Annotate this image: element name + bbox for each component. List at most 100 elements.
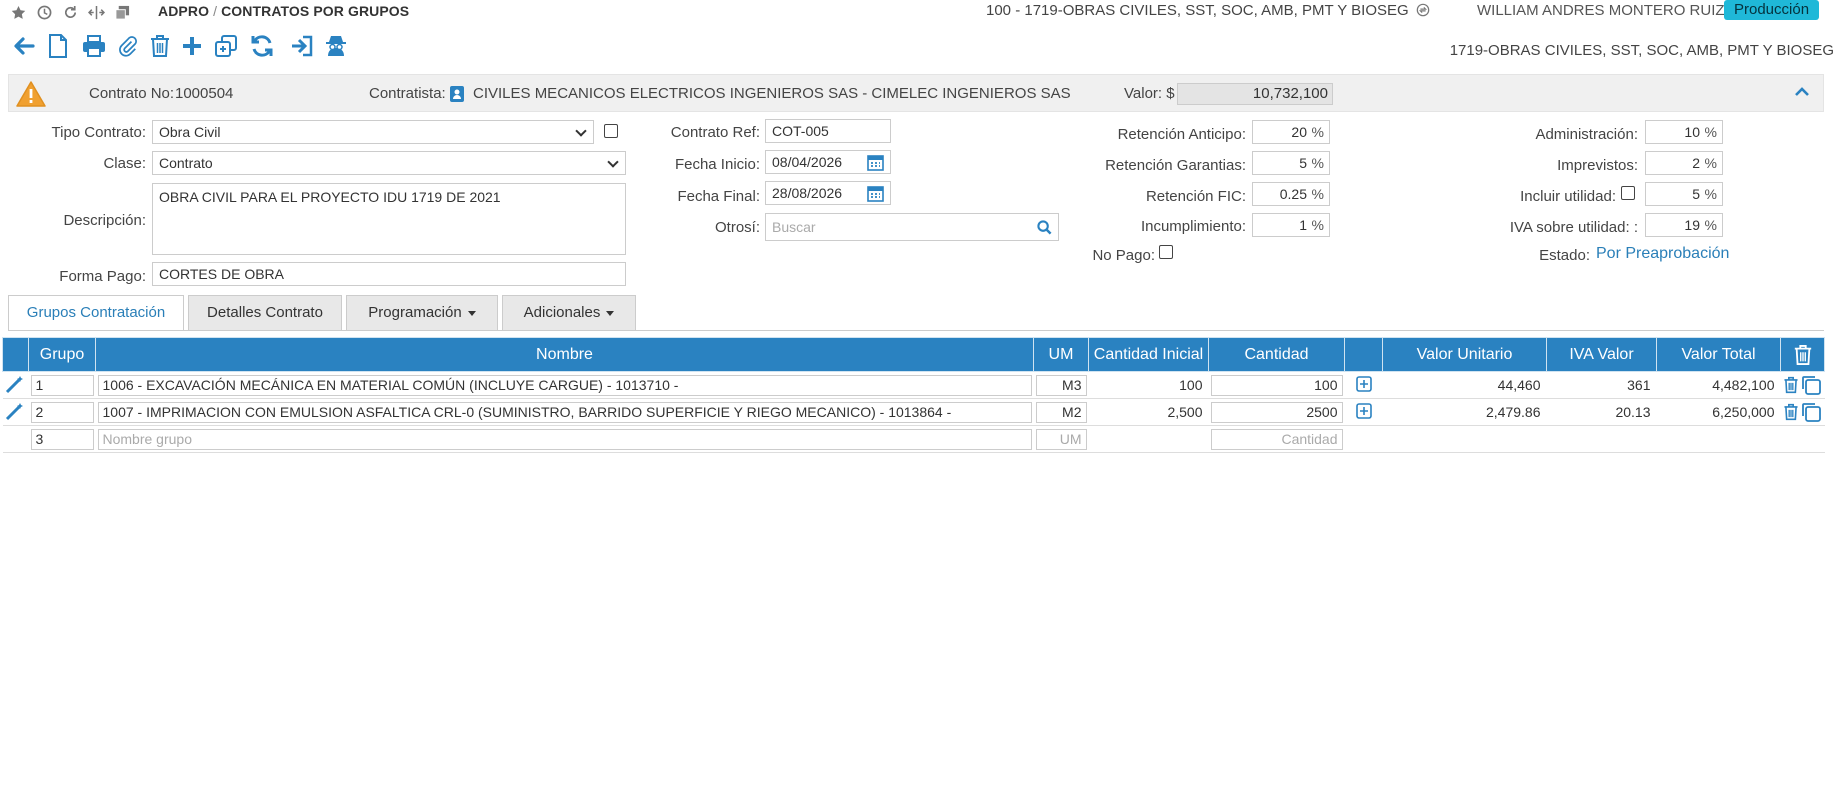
tab-programacion[interactable]: Programación — [346, 295, 498, 331]
contract-number-label: Contrato No: — [89, 85, 175, 102]
administracion-input[interactable]: 10% — [1645, 120, 1723, 144]
windows-icon[interactable] — [112, 2, 132, 22]
contact-card-icon[interactable] — [449, 85, 465, 103]
cantidad-input[interactable]: 2500 — [1210, 401, 1343, 423]
tipo-contrato-select[interactable]: Obra Civil — [152, 120, 594, 144]
incumplimiento-label: Incumplimiento: — [1140, 218, 1246, 235]
add-button[interactable] — [178, 32, 206, 60]
incognito-button[interactable] — [322, 32, 350, 60]
attach-button[interactable] — [114, 32, 142, 60]
new-cantidad-input[interactable]: Cantidad — [1210, 428, 1343, 450]
otrosi-search-input[interactable]: Buscar — [765, 213, 1059, 241]
incluir-utilidad-label: Incluir utilidad: — [1520, 188, 1616, 205]
header-edit — [2, 337, 29, 372]
plus-square-icon[interactable] — [1355, 402, 1372, 419]
iva-utilidad-input[interactable]: 19% — [1645, 213, 1723, 237]
contrato-ref-label: Contrato Ref: — [670, 124, 760, 141]
grupo-cell[interactable]: 1 — [30, 374, 94, 396]
row-edit-cell — [2, 398, 29, 426]
user-name[interactable]: WILLIAM ANDRES MONTERO RUIZ — [1477, 2, 1725, 19]
plus-square-icon[interactable] — [1355, 375, 1372, 392]
clase-select[interactable]: Contrato — [152, 151, 626, 175]
back-button[interactable] — [10, 32, 38, 60]
new-document-button[interactable] — [44, 32, 72, 60]
descripcion-textarea[interactable]: OBRA CIVIL PARA EL PROYECTO IDU 1719 DE … — [152, 183, 626, 255]
document-icon — [49, 34, 67, 58]
tipo-contrato-label: Tipo Contrato: — [51, 124, 147, 141]
um-cell[interactable]: M2 — [1035, 401, 1087, 423]
delete-button[interactable] — [146, 32, 174, 60]
incluir-utilidad-checkbox[interactable] — [1621, 186, 1635, 200]
row-edit-cell — [2, 371, 29, 399]
percent-sign: % — [1311, 186, 1324, 202]
no-pago-checkbox[interactable] — [1159, 245, 1173, 259]
calendar-icon[interactable] — [867, 154, 884, 171]
um-cell[interactable]: M3 — [1035, 374, 1087, 396]
ret-garantias-label: Retención Garantias: — [1105, 157, 1246, 174]
header-delete-all[interactable] — [1780, 337, 1825, 372]
printer-icon — [83, 35, 105, 57]
ret-fic-input[interactable]: 0.25% — [1252, 182, 1330, 206]
header-valor-unitario: Valor Unitario — [1382, 337, 1547, 372]
ret-garantias-input[interactable]: 5% — [1252, 151, 1330, 175]
fecha-inicio-input[interactable]: 08/04/2026 — [765, 150, 891, 174]
magic-wand-icon[interactable] — [5, 374, 25, 394]
clone-icon[interactable] — [1801, 375, 1821, 395]
trash-icon[interactable] — [1783, 376, 1799, 394]
chevron-up-icon[interactable] — [1793, 83, 1811, 101]
clone-icon[interactable] — [1801, 402, 1821, 422]
split-icon[interactable] — [86, 2, 106, 22]
cantidad-input[interactable]: 100 — [1210, 374, 1343, 396]
breadcrumb: ADPRO / CONTRATOS POR GRUPOS — [158, 3, 409, 19]
percent-sign: % — [1704, 124, 1717, 140]
tab-programacion-label: Programación — [368, 304, 462, 321]
contrato-ref-input[interactable]: COT-005 — [765, 119, 891, 143]
estado-value[interactable]: Por Preaprobación — [1596, 245, 1729, 263]
contract-summary: Contrato No: 1000504 Contratista: CIVILE… — [8, 74, 1824, 112]
forma-pago-label: Forma Pago: — [59, 268, 146, 285]
otrosi-label: Otrosí: — [714, 219, 760, 236]
breadcrumb-root[interactable]: ADPRO — [158, 3, 209, 19]
new-nombre-input[interactable]: Nombre grupo — [97, 428, 1032, 450]
tipo-contrato-checkbox[interactable] — [604, 124, 618, 138]
reload-button[interactable] — [248, 32, 276, 60]
star-icon[interactable] — [8, 2, 28, 22]
header-iva-valor: IVA Valor — [1546, 337, 1657, 372]
new-um-input[interactable]: UM — [1035, 428, 1087, 450]
fecha-final-input[interactable]: 28/08/2026 — [765, 181, 891, 205]
header-cantidad: Cantidad — [1208, 337, 1345, 372]
tab-adicionales[interactable]: Adicionales — [502, 295, 636, 331]
ret-anticipo-input[interactable]: 20% — [1252, 120, 1330, 144]
nombre-cell[interactable]: 1007 - IMPRIMACION CON EMULSION ASFALTIC… — [97, 401, 1032, 423]
import-button[interactable] — [288, 32, 316, 60]
contractor-label: Contratista: — [369, 85, 446, 102]
copy-button[interactable] — [212, 32, 240, 60]
project-selector[interactable]: 100 - 1719-OBRAS CIVILES, SST, SOC, AMB,… — [986, 2, 1430, 19]
valor-unitario-cell: 2,479.86 — [1382, 398, 1547, 426]
tab-grupos-contratacion[interactable]: Grupos Contratación — [8, 295, 184, 331]
new-grupo-input[interactable]: 3 — [30, 428, 94, 450]
history-icon[interactable] — [34, 2, 54, 22]
incumplimiento-input[interactable]: 1% — [1252, 213, 1330, 237]
spy-icon — [326, 36, 346, 56]
print-button[interactable] — [80, 32, 108, 60]
imprevistos-value: 2 — [1692, 155, 1700, 171]
magic-wand-icon[interactable] — [5, 401, 25, 421]
search-icon[interactable] — [1037, 220, 1052, 235]
switch-project-icon[interactable] — [1416, 3, 1430, 17]
imprevistos-input[interactable]: 2% — [1645, 151, 1723, 175]
utilidad-input[interactable]: 5% — [1645, 182, 1723, 206]
trash-icon[interactable] — [1793, 344, 1813, 366]
breadcrumb-separator: / — [213, 3, 218, 19]
calendar-icon[interactable] — [867, 185, 884, 202]
project-name: 100 - 1719-OBRAS CIVILES, SST, SOC, AMB,… — [986, 2, 1409, 19]
grupo-cell[interactable]: 2 — [30, 401, 94, 423]
trash-icon[interactable] — [1783, 403, 1799, 421]
forma-pago-input[interactable]: CORTES DE OBRA — [152, 262, 626, 286]
nombre-cell[interactable]: 1006 - EXCAVACIÓN MECÁNICA EN MATERIAL C… — [97, 374, 1032, 396]
ret-anticipo-label: Retención Anticipo: — [1117, 126, 1246, 143]
tab-detalles-contrato[interactable]: Detalles Contrato — [188, 295, 342, 331]
refresh-icon[interactable] — [60, 2, 80, 22]
contractor-name[interactable]: CIVILES MECANICOS ELECTRICOS INGENIEROS … — [473, 85, 1071, 102]
plus-icon — [183, 37, 201, 55]
